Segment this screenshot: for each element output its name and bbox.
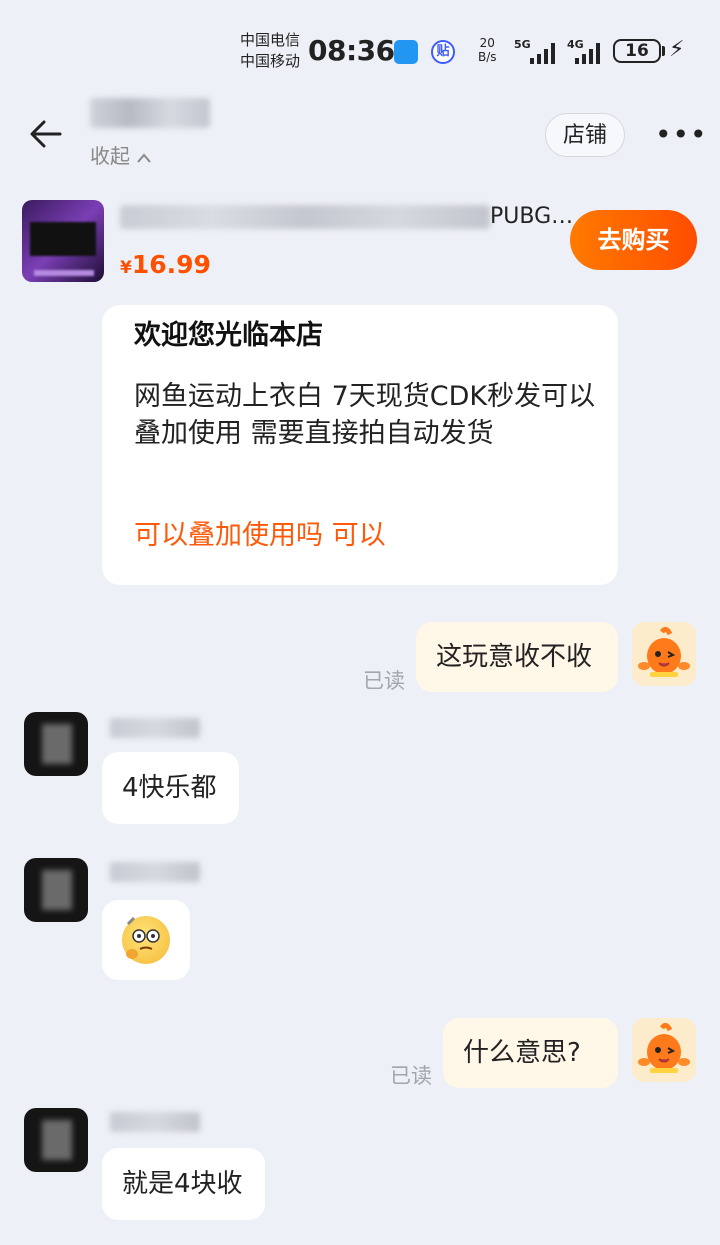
product-price: ¥16.99	[120, 250, 211, 279]
product-thumbnail[interactable]	[22, 200, 104, 282]
product-title-redacted	[120, 205, 490, 229]
carrier-2: 中国移动	[240, 52, 301, 70]
battery-tip	[662, 46, 665, 56]
signal-1-type: 5G	[514, 38, 531, 51]
mascot-icon	[638, 1022, 690, 1073]
message-bubble-emoji[interactable]	[102, 900, 190, 980]
seller-avatar[interactable]	[24, 1108, 88, 1172]
chevron-up-icon	[137, 152, 152, 163]
carrier-1: 中国电信	[240, 31, 301, 49]
signal-1-icon	[530, 42, 560, 64]
seller-avatar[interactable]	[24, 858, 88, 922]
buy-button[interactable]: 去购买	[570, 210, 697, 270]
welcome-body: 网鱼运动上衣白 7天现货CDK秒发可以叠加使用 需要直接拍自动发货	[134, 381, 596, 449]
seller-name-redacted	[110, 1112, 200, 1132]
carrier-labels: 中国电信 中国移动	[240, 30, 300, 72]
collapse-toggle[interactable]: 收起	[90, 140, 152, 169]
seller-name-redacted	[110, 862, 200, 882]
message-bubble-mine[interactable]: 这玩意收不收	[416, 622, 618, 692]
net-speed: 20 B/s	[478, 36, 497, 64]
back-arrow-icon	[30, 120, 62, 148]
user-avatar[interactable]	[632, 1018, 696, 1082]
back-button[interactable]	[26, 114, 66, 154]
chat-title-redacted	[90, 98, 210, 128]
shopping-bag-icon	[394, 40, 418, 64]
more-options-icon[interactable]: •••	[655, 118, 708, 151]
status-time: 08:36	[308, 34, 395, 67]
collapse-label: 收起	[90, 144, 130, 168]
seller-avatar[interactable]	[24, 712, 88, 776]
welcome-title: 欢迎您光临本店	[134, 320, 323, 351]
message-bubble-mine[interactable]: 什么意思?	[443, 1018, 618, 1088]
product-title[interactable]: PUBG…	[490, 204, 573, 229]
read-status: 已读	[363, 669, 405, 693]
notification-app-icon: 贴	[431, 40, 455, 64]
user-avatar[interactable]	[632, 622, 696, 686]
signal-2-icon	[575, 42, 605, 64]
faq-link[interactable]: 可以叠加使用吗 可以	[134, 513, 386, 552]
shop-button[interactable]: 店铺	[545, 113, 625, 157]
message-bubble-other[interactable]: 4快乐都	[102, 752, 239, 824]
message-bubble-other[interactable]: 就是4块收	[102, 1148, 265, 1220]
price-value: 16.99	[131, 250, 211, 279]
price-symbol: ¥	[120, 258, 132, 278]
thinking-face-emoji	[122, 916, 170, 964]
read-status: 已读	[390, 1064, 432, 1088]
battery-indicator: 16	[613, 39, 661, 63]
charging-icon: ⚡	[669, 37, 685, 62]
net-speed-unit: B/s	[478, 50, 497, 64]
net-speed-value: 20	[479, 36, 495, 50]
seller-name-redacted	[110, 718, 200, 738]
mascot-icon	[638, 626, 690, 677]
